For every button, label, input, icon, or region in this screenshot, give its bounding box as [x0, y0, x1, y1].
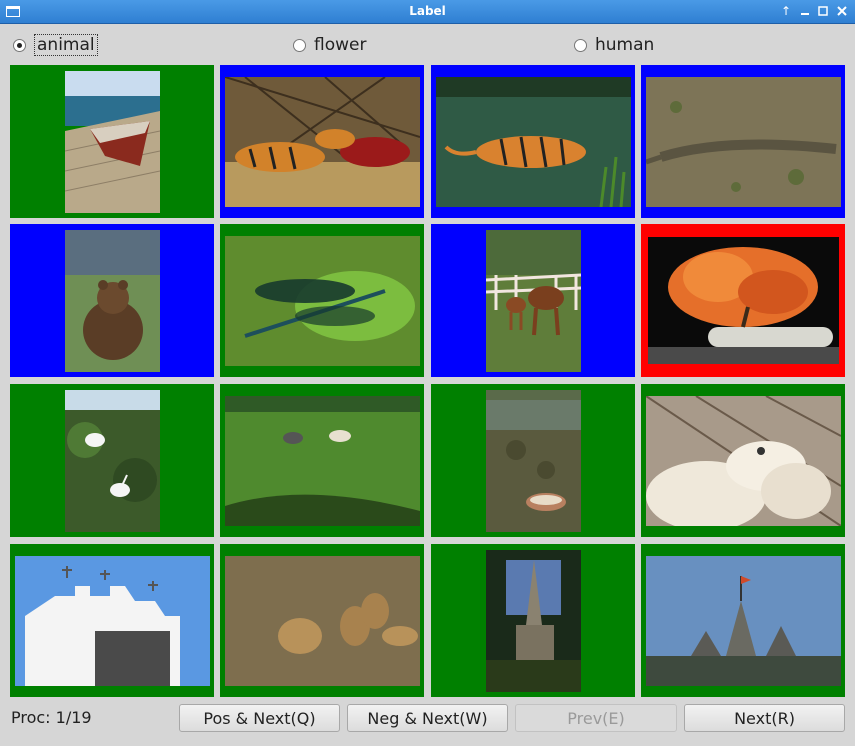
thumbnail-image — [485, 229, 581, 372]
thumbnail-image — [64, 229, 160, 372]
thumbnail-image — [435, 76, 631, 207]
pos-next-button[interactable]: Pos & Next(Q) — [179, 704, 340, 732]
label-window: Label ↑ animal flower human Proc: 1/19 P… — [0, 0, 855, 746]
title-bar[interactable]: Label ↑ — [0, 0, 855, 24]
thumbnail-image — [645, 76, 841, 207]
thumbnail-image — [645, 395, 841, 526]
grid-cell[interactable] — [641, 384, 845, 537]
grid-cell[interactable] — [641, 224, 845, 377]
thumbnail-image — [224, 235, 420, 366]
keep-above-icon[interactable]: ↑ — [778, 3, 794, 19]
grid-cell[interactable] — [220, 384, 424, 537]
progress-status: Proc: 1/19 — [11, 708, 92, 727]
radio-human-indicator[interactable] — [574, 38, 587, 52]
grid-cell[interactable] — [10, 384, 214, 537]
grid-cell[interactable] — [431, 384, 635, 537]
radio-animal-label: animal — [34, 34, 98, 56]
grid-cell[interactable] — [431, 224, 635, 377]
radio-flower-indicator[interactable] — [293, 38, 306, 52]
grid-cell[interactable] — [10, 224, 214, 377]
neg-next-button[interactable]: Neg & Next(W) — [347, 704, 508, 732]
grid-cell[interactable] — [641, 544, 845, 697]
maximize-icon[interactable] — [815, 3, 831, 19]
thumbnail-image — [224, 76, 420, 207]
grid-cell[interactable] — [220, 65, 424, 218]
minimize-icon[interactable] — [797, 3, 813, 19]
radio-flower-label: flower — [314, 35, 367, 55]
next-button[interactable]: Next(R) — [684, 704, 845, 732]
grid-cell[interactable] — [220, 544, 424, 697]
thumbnail-image — [224, 395, 420, 526]
thumbnail-image — [485, 389, 581, 532]
thumbnail-image — [14, 555, 210, 686]
prev-button[interactable]: Prev(E) — [515, 704, 677, 732]
radio-flower[interactable]: flower — [293, 32, 366, 58]
thumbnail-image — [485, 549, 581, 692]
grid-cell[interactable] — [10, 65, 214, 218]
label-radio-group: animal flower human — [0, 30, 855, 60]
radio-animal-indicator[interactable] — [13, 38, 26, 52]
thumbnail-image — [647, 237, 839, 364]
grid-cell[interactable] — [641, 65, 845, 218]
grid-cell[interactable] — [431, 544, 635, 697]
window-title: Label — [409, 4, 446, 18]
grid-cell[interactable] — [220, 224, 424, 377]
radio-animal[interactable]: animal — [13, 32, 98, 58]
grid-cell[interactable] — [10, 544, 214, 697]
thumbnail-image — [64, 389, 160, 532]
image-grid — [10, 65, 845, 697]
thumbnail-image — [645, 555, 841, 686]
radio-human[interactable]: human — [574, 32, 654, 58]
radio-human-label: human — [595, 35, 655, 55]
grid-cell[interactable] — [431, 65, 635, 218]
thumbnail-image — [224, 555, 420, 686]
close-icon[interactable] — [834, 3, 850, 19]
thumbnail-image — [64, 70, 160, 213]
